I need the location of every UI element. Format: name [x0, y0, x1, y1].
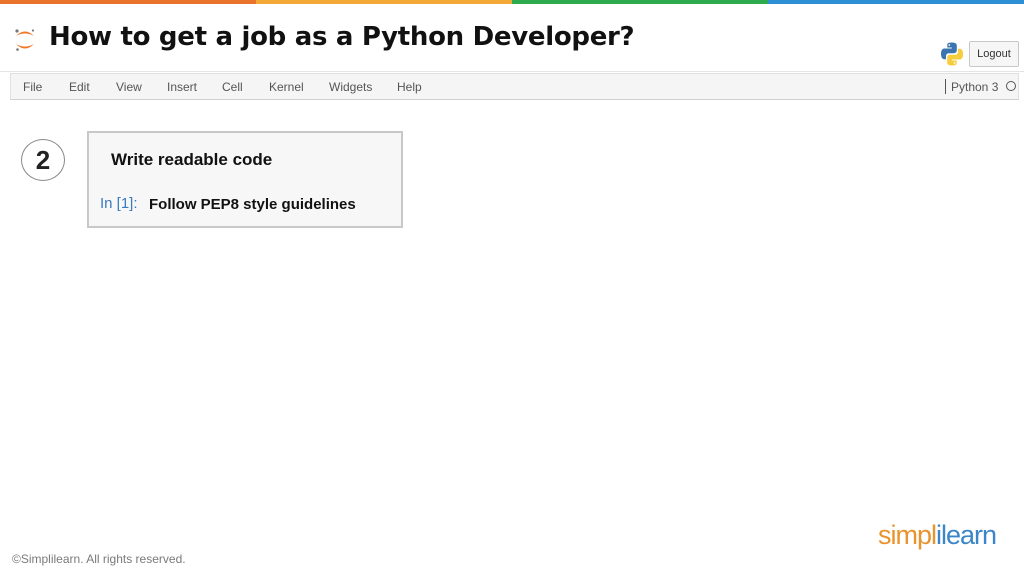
menu-cell[interactable]: Cell	[222, 80, 243, 94]
header-divider	[0, 71, 1024, 72]
python-logo-icon	[941, 42, 963, 66]
cell-input-prompt: In [1]:	[100, 195, 138, 212]
top-bar-segment-yellow	[256, 0, 512, 4]
menu-view[interactable]: View	[116, 80, 142, 94]
logout-button[interactable]: Logout	[969, 41, 1019, 67]
top-bar-segment-green	[512, 0, 768, 4]
menu-file[interactable]: File	[23, 80, 42, 94]
menu-edit[interactable]: Edit	[69, 80, 90, 94]
brand-part-blue: ilearn	[936, 520, 997, 550]
kernel-idle-circle-icon	[1006, 81, 1016, 91]
top-bar-segment-orange	[0, 0, 256, 4]
notebook-cell[interactable]: Write readable code In [1]: Follow PEP8 …	[87, 131, 403, 228]
menu-insert[interactable]: Insert	[167, 80, 197, 94]
menu-kernel[interactable]: Kernel	[269, 80, 304, 94]
kernel-separator	[945, 79, 946, 94]
menu-widgets[interactable]: Widgets	[329, 80, 372, 94]
step-number-badge: 2	[21, 139, 65, 181]
cell-code-text: Follow PEP8 style guidelines	[149, 196, 356, 213]
top-color-bar	[0, 0, 1024, 4]
copyright-text: ©Simplilearn. All rights reserved.	[12, 552, 186, 566]
brand-part-orange: simpl	[878, 520, 937, 550]
page-title: How to get a job as a Python Developer?	[49, 22, 635, 52]
notebook-menubar: File Edit View Insert Cell Kernel Widget…	[10, 73, 1019, 100]
kernel-name[interactable]: Python 3	[951, 80, 998, 94]
top-bar-segment-blue	[768, 0, 1024, 4]
jupyter-logo-icon	[15, 29, 35, 51]
simplilearn-logo: simplilearn	[878, 520, 997, 551]
menu-help[interactable]: Help	[397, 80, 422, 94]
cell-heading: Write readable code	[111, 150, 273, 169]
